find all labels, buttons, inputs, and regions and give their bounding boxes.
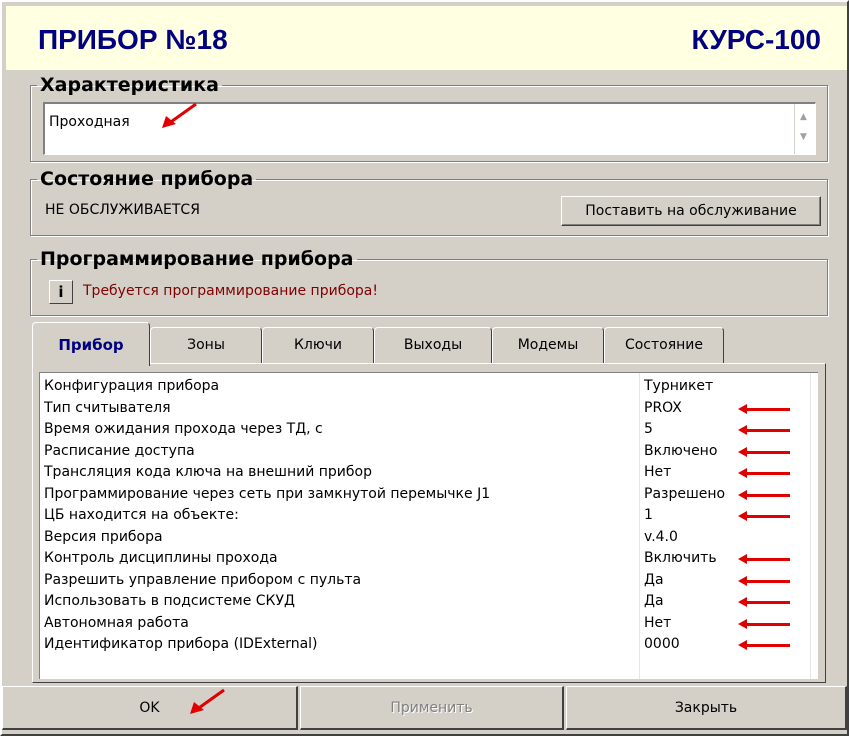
annotation-arrow-icon — [738, 597, 790, 607]
property-row[interactable]: Автономная работа Нет — [40, 614, 818, 633]
property-row[interactable]: Расписание доступа Включено — [40, 442, 818, 461]
property-row[interactable]: Тип считывателя PROX — [40, 399, 818, 418]
property-row[interactable]: Контроль дисциплины прохода Включить — [40, 549, 818, 568]
property-label: Версия прибора — [44, 528, 163, 545]
property-value[interactable]: Да — [644, 572, 664, 588]
property-value[interactable]: 0000 — [644, 636, 680, 652]
property-label: Программирование через сеть при замкнуто… — [44, 485, 491, 502]
scroll-up-icon[interactable]: ▲ — [800, 112, 807, 122]
apply-button[interactable]: Применить — [300, 686, 564, 730]
property-label: ЦБ находится на объекте: — [44, 507, 239, 523]
property-row[interactable]: Разрешить управление прибором с пульта Да — [40, 571, 818, 590]
property-label: Расписание доступа — [44, 442, 195, 459]
property-value[interactable]: Включено — [644, 443, 717, 459]
property-row[interactable]: ЦБ находится на объекте: 1 — [40, 506, 818, 525]
programming-legend: Программирование прибора — [40, 248, 354, 270]
tab-outputs[interactable]: Выходы — [374, 327, 492, 363]
property-value[interactable]: Нет — [644, 464, 671, 480]
property-label: Время ожидания прохода через ТД, с — [44, 421, 323, 437]
annotation-arrow-icon — [162, 102, 197, 128]
description-legend: Характеристика — [40, 74, 219, 96]
description-value: Проходная — [49, 114, 130, 130]
annotation-arrow-icon — [190, 688, 225, 714]
property-row[interactable]: Использовать в подсистеме СКУД Да — [40, 592, 818, 611]
property-label: Конфигурация прибора — [44, 378, 220, 394]
property-value[interactable]: 1 — [644, 507, 653, 523]
annotation-arrow-icon — [738, 554, 790, 564]
tab-zones[interactable]: Зоны — [150, 327, 262, 363]
property-row[interactable]: Время ожидания прохода через ТД, с 5 — [40, 420, 818, 439]
annotation-arrow-icon — [738, 575, 790, 586]
dialog-window: ПРИБОР №18 КУРС-100 Характеристика Прохо… — [0, 0, 849, 736]
annotation-arrow-icon — [738, 640, 790, 650]
annotation-arrow-icon — [738, 403, 790, 414]
set-service-button[interactable]: Поставить на обслуживание — [561, 196, 821, 226]
property-label: Автономная работа — [44, 614, 189, 631]
property-label: Использовать в подсистеме СКУД — [44, 593, 295, 609]
ok-button[interactable]: OK — [2, 686, 298, 730]
property-value[interactable]: Нет — [644, 615, 671, 631]
description-field[interactable]: Проходная ▲ ▼ — [43, 102, 816, 155]
properties-grid: Конфигурация прибора Турникет Тип считыват… — [39, 372, 818, 679]
close-button[interactable]: Закрыть — [566, 686, 847, 730]
annotation-arrow-icon — [738, 511, 790, 521]
tab-keys[interactable]: Ключи — [262, 327, 374, 363]
grid-divider — [639, 373, 640, 679]
annotation-arrow-icon — [738, 425, 790, 435]
property-label: Тип считывателя — [44, 399, 171, 416]
property-label: Идентификатор прибора (IDExternal) — [44, 636, 318, 652]
grid-divider — [810, 373, 811, 679]
tab-status[interactable]: Состояние — [604, 327, 724, 363]
header-panel: ПРИБОР №18 КУРС-100 — [6, 6, 847, 70]
property-value[interactable]: v.4.0 — [644, 529, 678, 545]
annotation-arrow-icon — [738, 468, 790, 478]
annotation-arrow-icon — [738, 489, 790, 500]
scroll-down-icon[interactable]: ▼ — [800, 132, 807, 142]
programming-group: Программирование прибора i Требуется про… — [30, 248, 828, 316]
property-value[interactable]: Турникет — [644, 378, 713, 394]
device-model: КУРС-100 — [691, 24, 821, 55]
property-value[interactable]: PROX — [644, 400, 682, 416]
description-group: Характеристика Проходная ▲ ▼ — [30, 74, 828, 162]
property-value[interactable]: Включить — [644, 550, 717, 566]
property-row[interactable]: Программирование через сеть при замкнуто… — [40, 485, 818, 504]
property-label: Трансляция кода ключа на внешний прибор — [44, 464, 372, 480]
property-row[interactable]: Трансляция кода ключа на внешний прибор Н… — [40, 463, 818, 482]
tab-device[interactable]: Прибор — [32, 322, 150, 366]
property-value[interactable]: Разрешено — [644, 486, 725, 502]
device-tab-panel: Конфигурация прибора Турникет Тип считыват… — [32, 363, 826, 683]
property-row[interactable]: Версия прибора v.4.0 — [40, 528, 818, 547]
annotation-arrow-icon — [738, 446, 790, 457]
info-button[interactable]: i — [49, 280, 73, 304]
property-value[interactable]: 5 — [644, 421, 653, 437]
tab-modems[interactable]: Модемы — [492, 327, 604, 363]
property-label: Контроль дисциплины прохода — [44, 550, 278, 566]
description-scrollbar[interactable]: ▲ ▼ — [794, 104, 815, 154]
status-text: НЕ ОБСЛУЖИВАЕТСЯ — [45, 202, 200, 218]
property-row[interactable]: Идентификатор прибора (IDExternal) 0000 — [40, 635, 818, 654]
device-title: ПРИБОР №18 — [38, 24, 228, 55]
property-label: Разрешить управление прибором с пульта — [44, 571, 362, 588]
property-value[interactable]: Да — [644, 593, 664, 609]
programming-warning: Требуется программирование прибора! — [83, 283, 378, 299]
property-row[interactable]: Конфигурация прибора Турникет — [40, 377, 818, 396]
status-legend: Состояние прибора — [40, 168, 254, 190]
annotation-arrow-icon — [738, 618, 790, 629]
status-group: Состояние прибора НЕ ОБСЛУЖИВАЕТСЯ Поста… — [30, 168, 828, 236]
